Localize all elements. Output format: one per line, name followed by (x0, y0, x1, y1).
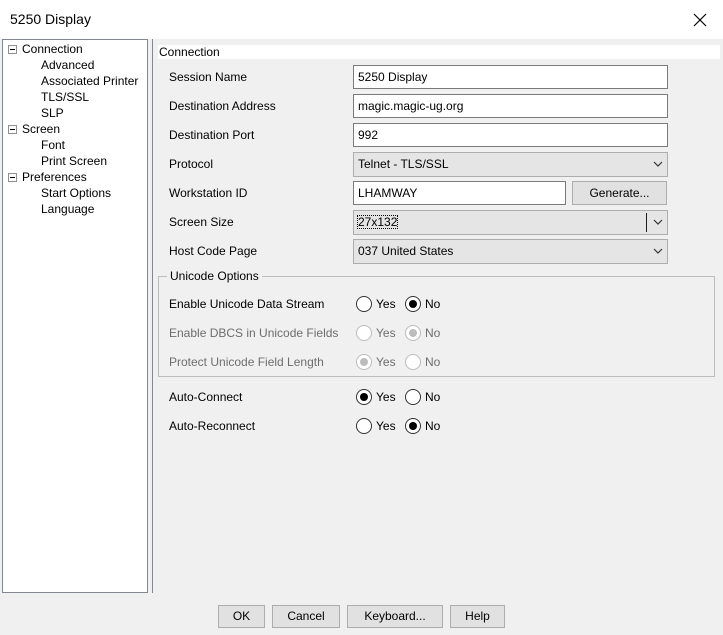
connection-panel: Connection Session Name Destination Addr… (152, 39, 720, 593)
destination-address-field[interactable] (353, 94, 668, 118)
tree-item-label: Screen (22, 122, 61, 136)
tree-item-label: Connection (22, 42, 83, 56)
unicode-data-stream-no-radio[interactable] (405, 296, 421, 312)
title-bar: 5250 Display (0, 0, 723, 39)
auto-reconnect-label: Auto-Reconnect (169, 419, 256, 433)
tree-item-preferences[interactable]: Preferences (22, 169, 87, 185)
dbcs-unicode-label: Enable DBCS in Unicode Fields (169, 326, 339, 340)
auto-connect-no-label[interactable]: No (425, 390, 440, 404)
chevron-down-icon (653, 248, 663, 254)
close-icon (693, 13, 707, 26)
protect-yes-radio (356, 354, 372, 370)
tree-item-label: Start Options (41, 186, 112, 200)
tree-item-tls-ssl[interactable]: TLS/SSL (41, 89, 89, 105)
workstation-id-field[interactable] (353, 181, 566, 205)
dbcs-yes-radio (356, 325, 372, 341)
tree-item-label: Font (41, 138, 66, 152)
tree-item-language[interactable]: Language (41, 201, 94, 217)
focus-divider (646, 213, 647, 232)
tree-item-label: Advanced (41, 58, 95, 72)
dbcs-no-label: No (425, 326, 441, 340)
screen-size-label: Screen Size (169, 215, 234, 229)
auto-reconnect-yes-label[interactable]: Yes (376, 419, 396, 433)
destination-port-field[interactable] (353, 123, 668, 147)
collapse-icon[interactable] (8, 125, 17, 134)
window-title: 5250 Display (10, 11, 91, 27)
help-button[interactable]: Help (450, 605, 505, 628)
tree-item-label: Language (41, 202, 95, 216)
auto-connect-no-radio[interactable] (405, 389, 421, 405)
screen-size-value: 27x132 (357, 215, 399, 229)
unicode-data-stream-yes-radio[interactable] (356, 296, 372, 312)
tree-item-start-options[interactable]: Start Options (41, 185, 111, 201)
tree-item-label: SLP (41, 106, 64, 120)
unicode-data-stream-yes-label[interactable]: Yes (376, 297, 396, 311)
auto-connect-yes-label[interactable]: Yes (376, 390, 396, 404)
tree-item-connection[interactable]: Connection (22, 41, 83, 57)
host-code-page-value: 037 United States (358, 244, 454, 258)
session-name-field[interactable] (353, 65, 668, 89)
unicode-options-title: Unicode Options (167, 269, 262, 283)
host-code-page-label: Host Code Page (169, 244, 258, 258)
tree-item-label: Print Screen (41, 154, 108, 168)
tree-item-label: TLS/SSL (41, 90, 90, 104)
tree-item-label: Preferences (22, 170, 87, 184)
auto-connect-label: Auto-Connect (169, 390, 243, 404)
dbcs-yes-label: Yes (376, 326, 396, 340)
protocol-value: Telnet - TLS/SSL (358, 157, 449, 171)
auto-reconnect-no-label[interactable]: No (425, 419, 440, 433)
destination-address-label: Destination Address (169, 99, 276, 113)
settings-tree: Connection Advanced Associated Printer T… (2, 39, 148, 593)
tree-item-slp[interactable]: SLP (41, 105, 64, 121)
protocol-select[interactable]: Telnet - TLS/SSL (353, 152, 668, 177)
close-button[interactable] (677, 0, 723, 39)
section-title: Connection (158, 45, 720, 59)
protect-field-length-label: Protect Unicode Field Length (169, 355, 324, 369)
tree-item-associated-printer[interactable]: Associated Printer (41, 73, 138, 89)
generate-button[interactable]: Generate... (572, 181, 667, 205)
protocol-label: Protocol (169, 157, 214, 171)
auto-reconnect-yes-radio[interactable] (356, 418, 372, 434)
collapse-icon[interactable] (8, 45, 17, 54)
chevron-down-icon (653, 161, 663, 167)
ok-button[interactable]: OK (218, 605, 265, 628)
session-name-label: Session Name (169, 70, 248, 84)
tree-item-advanced[interactable]: Advanced (41, 57, 94, 73)
protect-no-label: No (425, 355, 441, 369)
protect-yes-label: Yes (376, 355, 396, 369)
collapse-icon[interactable] (8, 173, 17, 182)
tree-item-font[interactable]: Font (41, 137, 65, 153)
auto-connect-yes-radio[interactable] (356, 389, 372, 405)
chevron-down-icon (653, 219, 663, 225)
workstation-id-label: Workstation ID (169, 186, 248, 200)
dbcs-no-radio (405, 325, 421, 341)
unicode-data-stream-no-label[interactable]: No (425, 297, 440, 311)
tree-item-screen[interactable]: Screen (22, 121, 60, 137)
cancel-button[interactable]: Cancel (272, 605, 340, 628)
screen-size-select[interactable]: 27x132 (353, 210, 668, 235)
tree-item-label: Associated Printer (41, 74, 139, 88)
protect-no-radio (405, 354, 421, 370)
auto-reconnect-no-radio[interactable] (405, 418, 421, 434)
unicode-data-stream-label: Enable Unicode Data Stream (169, 297, 325, 311)
host-code-page-select[interactable]: 037 United States (353, 239, 668, 264)
keyboard-button[interactable]: Keyboard... (347, 605, 443, 628)
tree-item-print-screen[interactable]: Print Screen (41, 153, 107, 169)
destination-port-label: Destination Port (169, 128, 255, 142)
